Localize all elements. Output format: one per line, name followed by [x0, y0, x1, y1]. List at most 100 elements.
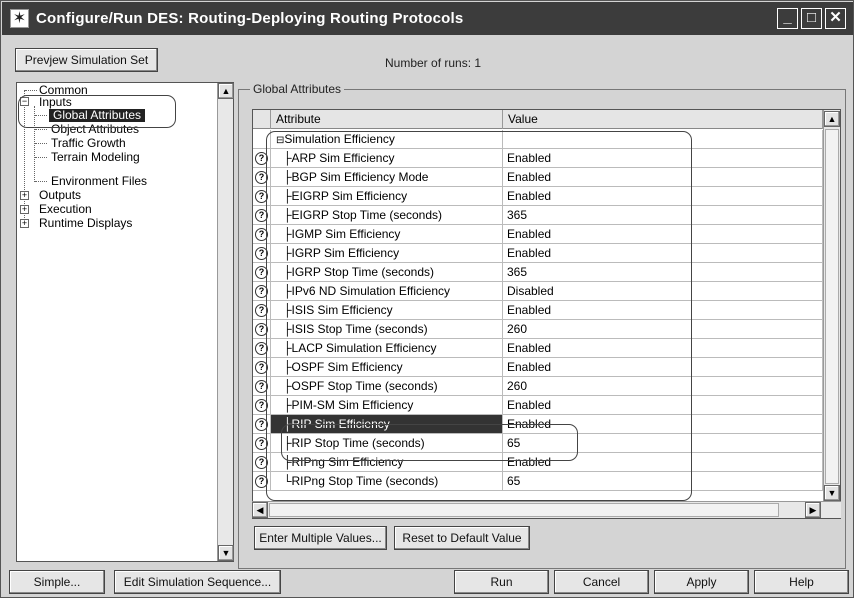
value-cell[interactable]: Enabled [503, 301, 823, 320]
attribute-cell: ├IGRP Stop Time (seconds) [271, 263, 503, 282]
close-button[interactable]: ✕ [825, 8, 846, 29]
question-icon[interactable]: ? [255, 361, 268, 374]
value-cell[interactable]: 365 [503, 206, 823, 225]
value-cell[interactable]: Enabled [503, 415, 823, 434]
apply-button[interactable]: Apply [654, 570, 749, 594]
value-cell[interactable]: Disabled [503, 282, 823, 301]
collapse-inputs-icon[interactable]: − [20, 97, 29, 106]
table-row[interactable]: ? ├OSPF Sim Efficiency Enabled [253, 358, 823, 377]
value-cell[interactable]: Enabled [503, 149, 823, 168]
icon-cell: ? [253, 396, 271, 415]
question-icon[interactable]: ? [255, 190, 268, 203]
table-row[interactable]: ? ├OSPF Stop Time (seconds) 260 [253, 377, 823, 396]
attribute-cell: ├OSPF Stop Time (seconds) [271, 377, 503, 396]
table-row[interactable]: ? ├RIP Stop Time (seconds) 65 [253, 434, 823, 453]
table-row[interactable]: ? ├RIPng Sim Efficiency Enabled [253, 453, 823, 472]
expand-outputs-icon[interactable]: + [20, 191, 29, 200]
scroll-down-icon[interactable]: ▼ [218, 545, 234, 561]
header-value[interactable]: Value [503, 110, 823, 129]
question-icon[interactable]: ? [255, 171, 268, 184]
question-icon[interactable]: ? [255, 342, 268, 355]
title-bar[interactable]: ✶ Configure/Run DES: Routing-Deploying R… [2, 2, 853, 35]
reset-to-default-button[interactable]: Reset to Default Value [394, 526, 530, 550]
header-attribute[interactable]: Attribute [271, 110, 503, 129]
scroll-thumb[interactable] [825, 129, 839, 484]
table-row[interactable]: ? ├ISIS Sim Efficiency Enabled [253, 301, 823, 320]
scroll-left-icon[interactable]: ◀ [252, 502, 268, 518]
grid-horizontal-scrollbar[interactable]: ◀ ▶ [252, 501, 841, 518]
table-row[interactable]: ? ├IGMP Sim Efficiency Enabled [253, 225, 823, 244]
value-cell[interactable]: Enabled [503, 339, 823, 358]
question-icon[interactable]: ? [255, 304, 268, 317]
value-cell[interactable]: 65 [503, 472, 823, 491]
minimize-button[interactable]: _ [777, 8, 798, 29]
enter-multiple-values-button[interactable]: Enter Multiple Values... [254, 526, 387, 550]
table-row[interactable]: ? ├RIP Sim Efficiency Enabled [253, 415, 823, 434]
scroll-down-icon[interactable]: ▼ [824, 485, 840, 501]
tree-item-object-attributes[interactable]: Object Attributes [51, 123, 139, 136]
grid-vertical-scrollbar[interactable]: ▲ ▼ [823, 110, 840, 503]
table-row[interactable]: ? ├EIGRP Sim Efficiency Enabled [253, 187, 823, 206]
run-button[interactable]: Run [454, 570, 549, 594]
question-icon[interactable]: ? [255, 228, 268, 241]
value-cell[interactable]: Enabled [503, 244, 823, 263]
scroll-up-icon[interactable]: ▲ [218, 83, 234, 99]
attribute-label: RIP Sim Efficiency [291, 417, 390, 431]
question-icon[interactable]: ? [255, 380, 268, 393]
table-row[interactable]: ? ├ISIS Stop Time (seconds) 260 [253, 320, 823, 339]
table-row[interactable]: ? ├BGP Sim Efficiency Mode Enabled [253, 168, 823, 187]
question-icon[interactable]: ? [255, 285, 268, 298]
maximize-button[interactable]: □ [801, 8, 822, 29]
tree-item-traffic-growth[interactable]: Traffic Growth [51, 137, 126, 150]
icon-cell: ? [253, 149, 271, 168]
table-row[interactable]: ? ├IPv6 ND Simulation Efficiency Disabled [253, 282, 823, 301]
tree-item-terrain-modeling[interactable]: Terrain Modeling [51, 151, 140, 164]
tree-scrollbar[interactable]: ▲ ▼ [217, 83, 234, 561]
value-cell[interactable]: 260 [503, 377, 823, 396]
question-icon[interactable]: ? [255, 152, 268, 165]
section-row[interactable]: ⊟Simulation Efficiency [253, 130, 823, 149]
value-cell[interactable]: 65 [503, 434, 823, 453]
question-icon[interactable]: ? [255, 456, 268, 469]
table-row[interactable]: ? ├IGRP Stop Time (seconds) 365 [253, 263, 823, 282]
tree-branch-icon: ├ [283, 455, 292, 469]
hscroll-thumb[interactable] [269, 503, 779, 517]
value-cell[interactable]: Enabled [503, 225, 823, 244]
table-row[interactable]: ? ├EIGRP Stop Time (seconds) 365 [253, 206, 823, 225]
table-row[interactable]: ? └RIPng Stop Time (seconds) 65 [253, 472, 823, 491]
tree-item-environment-files[interactable]: Environment Files [51, 175, 147, 188]
question-icon[interactable]: ? [255, 247, 268, 260]
question-icon[interactable]: ? [255, 437, 268, 450]
value-cell[interactable]: 260 [503, 320, 823, 339]
value-cell[interactable]: Enabled [503, 187, 823, 206]
tree-item-global-attributes[interactable]: Global Attributes [49, 109, 146, 122]
question-icon[interactable]: ? [255, 266, 268, 279]
question-icon[interactable]: ? [255, 418, 268, 431]
value-cell[interactable]: Enabled [503, 168, 823, 187]
question-icon[interactable]: ? [255, 399, 268, 412]
table-row[interactable]: ? ├IGRP Sim Efficiency Enabled [253, 244, 823, 263]
table-row[interactable]: ? ├PIM-SM Sim Efficiency Enabled [253, 396, 823, 415]
simple-button[interactable]: Simple... [9, 570, 105, 594]
question-icon[interactable]: ? [255, 209, 268, 222]
tree-item-runtime-displays[interactable]: Runtime Displays [39, 217, 132, 230]
scroll-right-icon[interactable]: ▶ [805, 502, 821, 518]
preview-simulation-set-button[interactable]: Prevjew Simulation Set [15, 48, 158, 72]
value-cell[interactable]: Enabled [503, 453, 823, 472]
scroll-up-icon[interactable]: ▲ [824, 111, 840, 127]
value-cell[interactable]: Enabled [503, 358, 823, 377]
cancel-button[interactable]: Cancel [554, 570, 649, 594]
expand-runtime-displays-icon[interactable]: + [20, 219, 29, 228]
question-icon[interactable]: ? [255, 323, 268, 336]
attribute-cell: ├ARP Sim Efficiency [271, 149, 503, 168]
expand-execution-icon[interactable]: + [20, 205, 29, 214]
value-cell[interactable]: Enabled [503, 396, 823, 415]
table-row[interactable]: ? ├LACP Simulation Efficiency Enabled [253, 339, 823, 358]
table-row[interactable]: ? ├ARP Sim Efficiency Enabled [253, 149, 823, 168]
tree-item-execution[interactable]: Execution [39, 203, 92, 216]
tree-item-outputs[interactable]: Outputs [39, 189, 81, 202]
value-cell[interactable]: 365 [503, 263, 823, 282]
edit-simulation-sequence-button[interactable]: Edit Simulation Sequence... [114, 570, 281, 594]
help-button[interactable]: Help [754, 570, 849, 594]
question-icon[interactable]: ? [255, 475, 268, 488]
